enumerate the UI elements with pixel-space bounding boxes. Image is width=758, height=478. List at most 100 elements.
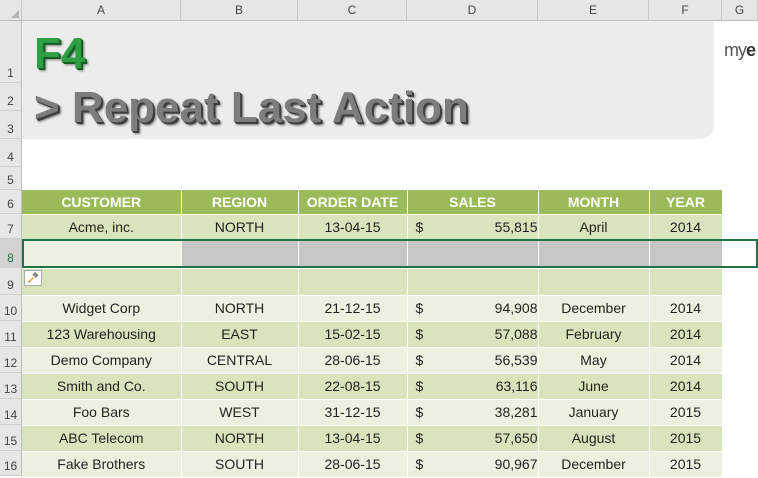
- sales-value: 57,650: [494, 430, 538, 446]
- cell-year[interactable]: 2015: [649, 451, 723, 478]
- column-header-e[interactable]: E: [538, 0, 649, 21]
- cell-year[interactable]: 2014: [649, 373, 723, 400]
- cell-month[interactable]: April: [538, 214, 650, 240]
- cell-region[interactable]: NORTH: [181, 295, 299, 322]
- row-header-13[interactable]: 13: [0, 373, 22, 399]
- cell-region[interactable]: NORTH: [181, 425, 299, 452]
- select-all-corner[interactable]: [0, 0, 22, 21]
- cell-c9[interactable]: [298, 268, 408, 296]
- cell-b9[interactable]: [181, 268, 299, 296]
- cell-a9[interactable]: [22, 268, 182, 296]
- cell-month[interactable]: February: [538, 321, 650, 348]
- cell-month[interactable]: December: [538, 451, 650, 478]
- row-header-10[interactable]: 10: [0, 295, 22, 321]
- header-month[interactable]: MONTH: [538, 190, 650, 215]
- cell-d8[interactable]: [407, 239, 539, 269]
- header-customer[interactable]: CUSTOMER: [22, 190, 182, 215]
- row-header-2[interactable]: 2: [0, 83, 22, 111]
- sales-value: 63,116: [495, 378, 538, 394]
- cell-year[interactable]: 2014: [649, 321, 723, 348]
- cell-year[interactable]: 2014: [649, 347, 723, 374]
- cell-sales[interactable]: $90,967: [407, 451, 539, 478]
- cell-sales[interactable]: $63,116: [407, 373, 539, 400]
- cell-customer[interactable]: 123 Warehousing: [22, 321, 182, 348]
- cell-customer[interactable]: Demo Company: [22, 347, 182, 374]
- row-header-8[interactable]: 8: [0, 239, 22, 268]
- cell-customer[interactable]: Foo Bars: [22, 399, 182, 426]
- cell-region[interactable]: CENTRAL: [181, 347, 299, 374]
- row-header-14[interactable]: 14: [0, 399, 22, 425]
- currency-symbol: $: [415, 404, 424, 420]
- cell-region[interactable]: SOUTH: [181, 373, 299, 400]
- row-header-1[interactable]: 1: [0, 21, 22, 83]
- column-header-g[interactable]: G: [722, 0, 758, 21]
- row-header-5[interactable]: 5: [0, 167, 22, 190]
- header-order-date[interactable]: ORDER DATE: [298, 190, 408, 215]
- cell-year[interactable]: 2014: [649, 214, 723, 240]
- cell-d9[interactable]: [407, 268, 539, 296]
- shortcut-key-label: F4: [34, 29, 86, 78]
- row-header-15[interactable]: 15: [0, 425, 22, 451]
- cell-sales[interactable]: $55,815: [407, 214, 539, 240]
- row-header-6[interactable]: 6: [0, 190, 22, 214]
- table-row: Foo Bars WEST 31-12-15 $38,281 January 2…: [22, 399, 723, 426]
- header-sales[interactable]: SALES: [407, 190, 539, 215]
- cell-c8[interactable]: [298, 239, 408, 269]
- row-header-3[interactable]: 3: [0, 111, 22, 139]
- cell-customer[interactable]: Smith and Co.: [22, 373, 182, 400]
- cell-a8[interactable]: [22, 239, 182, 269]
- column-header-a[interactable]: A: [22, 0, 181, 21]
- row-header-9[interactable]: 9: [0, 268, 22, 295]
- cell-order-date[interactable]: 28-06-15: [298, 347, 408, 374]
- cell-order-date[interactable]: 28-06-15: [298, 451, 408, 478]
- row-header-16[interactable]: 16: [0, 451, 22, 476]
- cell-order-date[interactable]: 22-08-15: [298, 373, 408, 400]
- cell-f9[interactable]: [649, 268, 723, 296]
- cell-sales[interactable]: $57,650: [407, 425, 539, 452]
- row-header-7[interactable]: 7: [0, 214, 22, 239]
- header-year[interactable]: YEAR: [649, 190, 723, 215]
- cell-order-date[interactable]: 13-04-15: [298, 425, 408, 452]
- cell-region[interactable]: SOUTH: [181, 451, 299, 478]
- cell-customer[interactable]: Widget Corp: [22, 295, 182, 322]
- column-header-f[interactable]: F: [649, 0, 722, 21]
- cell-month[interactable]: August: [538, 425, 650, 452]
- cell-order-date[interactable]: 31-12-15: [298, 399, 408, 426]
- cell-region[interactable]: WEST: [181, 399, 299, 426]
- cell-year[interactable]: 2014: [649, 295, 723, 322]
- column-header-c[interactable]: C: [298, 0, 407, 21]
- cell-month[interactable]: June: [538, 373, 650, 400]
- column-header-d[interactable]: D: [407, 0, 538, 21]
- cell-order-date[interactable]: 13-04-15: [298, 214, 408, 240]
- cell-customer[interactable]: ABC Telecom: [22, 425, 182, 452]
- cell-b8[interactable]: [181, 239, 299, 269]
- cell-sales[interactable]: $38,281: [407, 399, 539, 426]
- cell-sales[interactable]: $94,908: [407, 295, 539, 322]
- cell-e9[interactable]: [538, 268, 650, 296]
- cell-order-date[interactable]: 15-02-15: [298, 321, 408, 348]
- cell-f8[interactable]: [649, 239, 723, 269]
- table-row: Acme, inc. NORTH 13-04-15 $55,815 April …: [22, 214, 723, 240]
- cell-e8[interactable]: [538, 239, 650, 269]
- currency-symbol: $: [415, 218, 424, 235]
- cell-order-date[interactable]: 21-12-15: [298, 295, 408, 322]
- row-header-12[interactable]: 12: [0, 347, 22, 373]
- cell-year[interactable]: 2015: [649, 425, 723, 452]
- cell-customer[interactable]: Fake Brothers: [22, 451, 182, 478]
- cell-sales[interactable]: $57,088: [407, 321, 539, 348]
- cell-month[interactable]: December: [538, 295, 650, 322]
- sales-value: 56,539: [494, 352, 538, 368]
- header-region[interactable]: REGION: [181, 190, 299, 215]
- cell-year[interactable]: 2015: [649, 399, 723, 426]
- cell-sales[interactable]: $56,539: [407, 347, 539, 374]
- row-header-4[interactable]: 4: [0, 139, 22, 167]
- insert-options-button[interactable]: [24, 270, 42, 286]
- column-header-b[interactable]: B: [181, 0, 298, 21]
- cell-customer[interactable]: Acme, inc.: [22, 214, 182, 240]
- cell-region[interactable]: NORTH: [181, 214, 299, 240]
- currency-symbol: $: [415, 378, 424, 394]
- row-header-11[interactable]: 11: [0, 321, 22, 347]
- cell-month[interactable]: January: [538, 399, 650, 426]
- cell-region[interactable]: EAST: [181, 321, 299, 348]
- cell-month[interactable]: May: [538, 347, 650, 374]
